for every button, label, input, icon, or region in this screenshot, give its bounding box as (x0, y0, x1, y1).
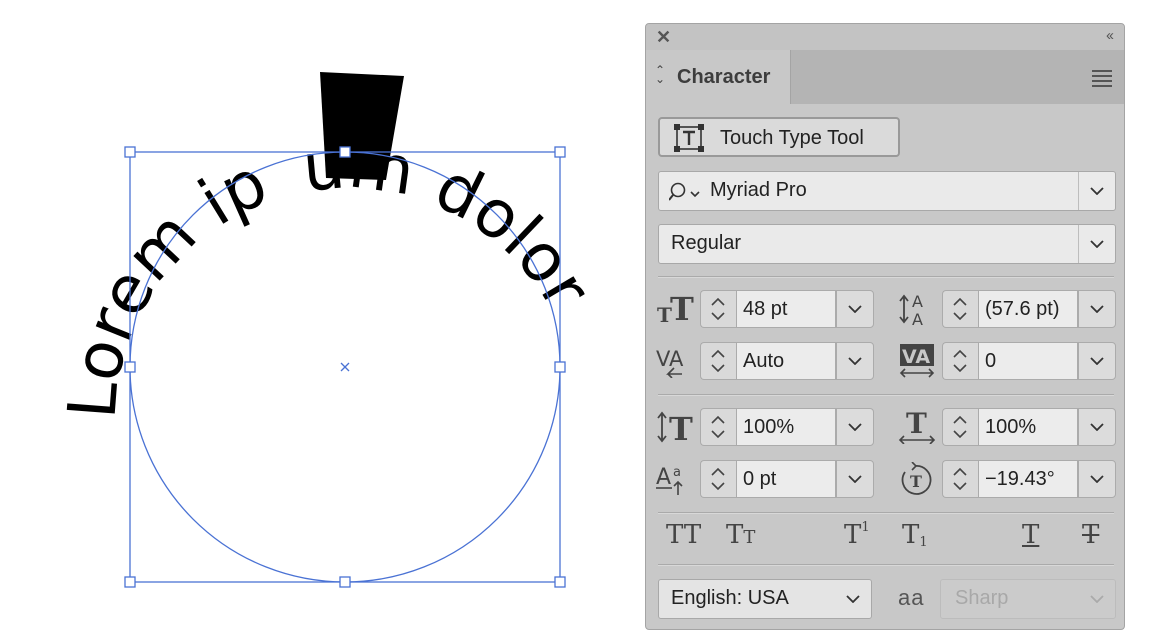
baseline-shift-icon: A a (656, 465, 683, 495)
handle-middle-left[interactable] (124, 361, 136, 373)
panel-title: Character (677, 66, 771, 88)
touch-type-icon (674, 124, 704, 152)
chevron-down-icon[interactable] (835, 580, 871, 618)
handle-bottom-left[interactable] (124, 576, 136, 588)
svg-text:A: A (912, 292, 923, 311)
baseline-shift-field: A a 0 pt (656, 460, 874, 498)
chevron-down-icon[interactable] (1078, 460, 1116, 498)
horizontal-scale-icon: T (898, 410, 936, 444)
baseline-shift-input[interactable]: 0 pt (736, 460, 836, 498)
touch-type-tool-button[interactable]: Touch Type Tool (658, 117, 900, 157)
svg-text:VA: VA (902, 346, 930, 368)
horizontal-scale-stepper[interactable] (942, 408, 978, 446)
handle-top-right[interactable] (554, 146, 566, 158)
font-style-value: Regular (671, 232, 742, 254)
path-text-glyph[interactable]: m (345, 125, 419, 210)
leading-icon: A A (899, 292, 923, 326)
path-text[interactable]: Lorem ipsum dolor (53, 125, 606, 421)
path-text-glyph[interactable]: u (300, 126, 349, 206)
chevron-down-icon[interactable] (1078, 225, 1115, 263)
handle-top-left[interactable] (124, 146, 136, 158)
vertical-scale-field: T 100% (656, 408, 874, 446)
horizontal-scale-input[interactable]: 100% (978, 408, 1078, 446)
vertical-scale-icon: T (657, 410, 693, 444)
chevron-down-icon[interactable] (1078, 290, 1116, 328)
horizontal-scale-field: T 100% (898, 408, 1116, 446)
divider (658, 276, 1114, 278)
font-size-icon: T T (657, 292, 694, 326)
svg-text:T: T (670, 292, 694, 326)
svg-text:T: T (906, 410, 927, 440)
all-caps-icon[interactable]: TT (666, 520, 701, 550)
superscript-icon[interactable]: T1 (844, 520, 870, 550)
collapse-icon[interactable]: ‹‹ (1106, 27, 1114, 44)
font-style-field[interactable]: Regular (658, 224, 1116, 264)
chevron-down-icon[interactable] (1079, 580, 1115, 618)
subscript-icon[interactable]: T1 (902, 520, 928, 550)
font-size-input[interactable]: 48 pt (736, 290, 836, 328)
font-family-field[interactable]: Myriad Pro (658, 171, 1116, 211)
chevron-down-icon[interactable] (1078, 342, 1116, 380)
chevron-down-icon[interactable] (836, 342, 874, 380)
search-icon (669, 182, 700, 201)
font-family-value: Myriad Pro (710, 179, 807, 201)
language-select[interactable]: English: USA (658, 579, 872, 619)
anti-aliasing-value: Sharp (955, 587, 1009, 609)
language-value: English: USA (671, 587, 789, 609)
baseline-shift-stepper[interactable] (700, 460, 736, 498)
character-panel: ✕ ‹‹ ⌃ ⌄ Character Touch Type Tool Myriad… (645, 23, 1125, 630)
touch-type-label: Touch Type Tool (720, 127, 864, 149)
svg-text:A: A (912, 310, 923, 326)
tab-reorder-icon[interactable]: ⌃ ⌄ (655, 64, 665, 85)
chevron-down-icon[interactable] (1078, 408, 1116, 446)
svg-text:A: A (656, 465, 671, 490)
character-rotation-field: T −19.43° (898, 460, 1116, 498)
underline-icon[interactable]: T (1022, 520, 1039, 550)
character-rotation-icon: T (901, 462, 932, 495)
chevron-down-icon[interactable] (1078, 172, 1115, 210)
chevron-down-icon[interactable] (836, 408, 874, 446)
svg-text:a: a (673, 465, 681, 480)
kerning-stepper[interactable] (700, 342, 736, 380)
leading-input[interactable]: (57.6 pt) (978, 290, 1078, 328)
artboard-canvas[interactable]: Lorem ipsum dolor (0, 0, 640, 638)
vertical-scale-input[interactable]: 100% (736, 408, 836, 446)
anti-aliasing-icon: aa (898, 585, 925, 610)
divider (658, 394, 1114, 396)
handle-bottom-right[interactable] (554, 576, 566, 588)
handle-top-center[interactable] (339, 146, 351, 158)
chevron-down-icon[interactable] (836, 460, 874, 498)
panel-tabstrip: ⌃ ⌄ Character (646, 50, 1124, 104)
leading-field: A A (57.6 pt) (898, 290, 1116, 328)
handle-middle-right[interactable] (554, 361, 566, 373)
tracking-input[interactable]: 0 (978, 342, 1078, 380)
character-rotation-input[interactable]: −19.43° (978, 460, 1078, 498)
svg-text:T: T (910, 472, 922, 491)
tracking-field: VA 0 (898, 342, 1116, 380)
divider (658, 564, 1114, 566)
divider (658, 512, 1114, 514)
svg-text:VA: VA (656, 347, 684, 371)
font-size-field: T T 48 pt (656, 290, 874, 328)
handle-bottom-center[interactable] (339, 576, 351, 588)
font-size-stepper[interactable] (700, 290, 736, 328)
tab-character[interactable]: ⌃ ⌄ Character (646, 50, 791, 104)
leading-stepper[interactable] (942, 290, 978, 328)
strikethrough-icon[interactable]: T (1082, 520, 1099, 550)
svg-text:T: T (669, 410, 693, 444)
center-point-icon (340, 362, 350, 372)
vertical-scale-stepper[interactable] (700, 408, 736, 446)
character-rotation-stepper[interactable] (942, 460, 978, 498)
kerning-icon: VA (656, 347, 684, 378)
kerning-field: VA Auto (656, 342, 874, 380)
tracking-icon: VA (899, 344, 935, 378)
anti-aliasing-select[interactable]: Sharp (940, 579, 1116, 619)
tracking-stepper[interactable] (942, 342, 978, 380)
close-icon[interactable]: ✕ (656, 27, 671, 48)
kerning-input[interactable]: Auto (736, 342, 836, 380)
chevron-down-icon[interactable] (836, 290, 874, 328)
panel-menu-icon[interactable] (1092, 70, 1112, 90)
small-caps-icon[interactable]: TT (726, 520, 755, 550)
panel-titlebar[interactable]: ✕ ‹‹ (646, 24, 1124, 51)
